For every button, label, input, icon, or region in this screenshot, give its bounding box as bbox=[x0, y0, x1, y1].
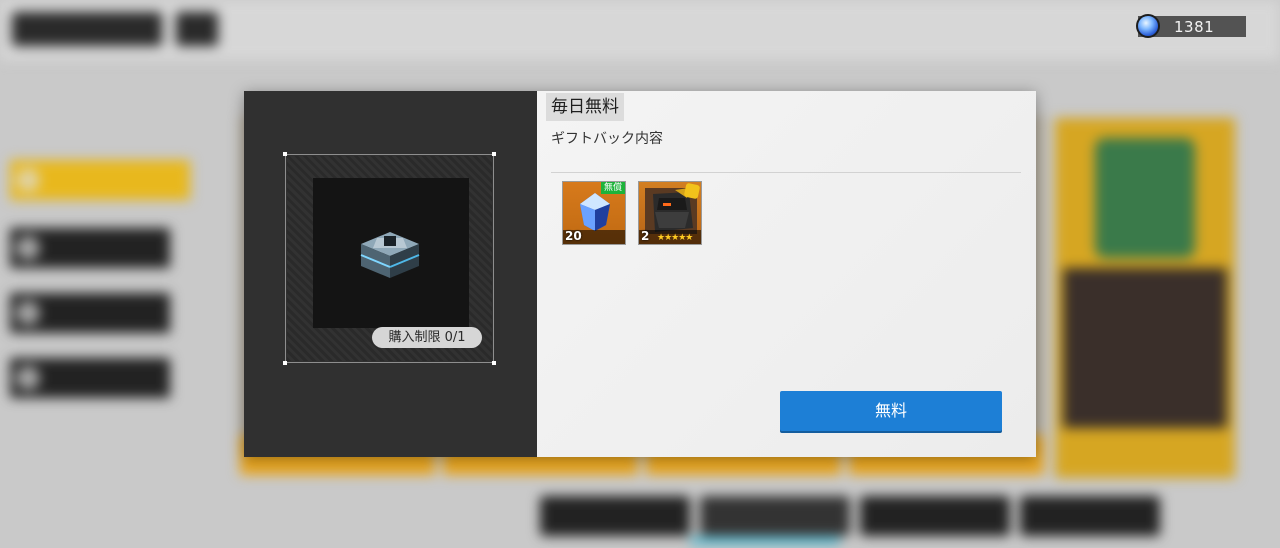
bg-sidebar-item bbox=[10, 293, 170, 333]
puzzle-piece-icon bbox=[683, 182, 701, 200]
bg-bottom-tab bbox=[1020, 496, 1160, 536]
bg-featured-card bbox=[1055, 118, 1235, 478]
currency-amount: 1381 bbox=[1174, 18, 1215, 36]
bg-bottom-tab bbox=[860, 496, 1010, 536]
preview-panel: 購入制限 0/1 bbox=[244, 91, 537, 457]
purchase-limit-label: 購入制限 0/1 bbox=[372, 327, 482, 348]
reward-item-crystal[interactable]: 無償 20 bbox=[562, 181, 626, 245]
preview-frame: 購入制限 0/1 bbox=[283, 152, 496, 365]
daily-free-dialog: 購入制限 0/1 毎日無料 ギフトバック内容 無償 20 2 ★★★★★ 無料 bbox=[244, 91, 1036, 457]
reward-item-hero[interactable]: 2 ★★★★★ bbox=[638, 181, 702, 245]
bg-bottom-tab bbox=[700, 496, 850, 536]
divider bbox=[551, 172, 1021, 173]
bg-sidebar-item bbox=[10, 160, 190, 200]
currency-display: 1381 bbox=[1136, 14, 1246, 38]
dialog-title: 毎日無料 bbox=[546, 93, 624, 121]
free-badge: 無償 bbox=[601, 182, 625, 194]
gift-box-icon bbox=[360, 232, 420, 278]
star-rating: ★★★★★ bbox=[657, 233, 693, 243]
bg-sidebar-item bbox=[10, 358, 170, 398]
bg-back-button bbox=[12, 12, 162, 46]
crystal-icon bbox=[580, 193, 610, 231]
content-panel: 毎日無料 ギフトバック内容 無償 20 2 ★★★★★ 無料 bbox=[537, 91, 1036, 457]
bg-sidebar-item bbox=[10, 228, 170, 268]
gem-icon bbox=[1136, 14, 1160, 38]
item-count: 20 bbox=[565, 229, 582, 243]
package-artwork: 購入制限 0/1 bbox=[313, 178, 482, 348]
bg-home-button bbox=[176, 12, 218, 46]
claim-free-button[interactable]: 無料 bbox=[780, 391, 1002, 431]
item-count: 2 bbox=[641, 229, 650, 243]
bg-bottom-tab bbox=[540, 496, 690, 536]
bg-active-tab-indicator bbox=[690, 538, 840, 544]
contents-heading: ギフトバック内容 bbox=[551, 131, 663, 147]
